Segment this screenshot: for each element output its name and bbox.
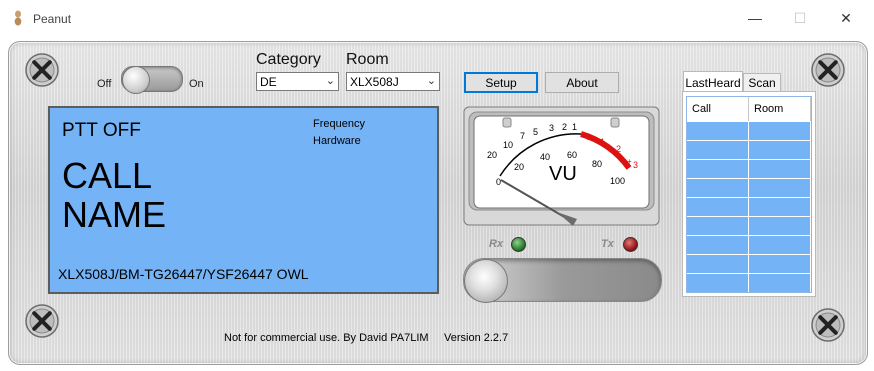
table-row[interactable] <box>687 159 811 178</box>
volume-slider[interactable] <box>463 258 662 303</box>
peanut-app-icon <box>14 10 22 26</box>
vu-scale-label: 20 <box>514 162 524 172</box>
table-row[interactable] <box>687 121 811 140</box>
volume-slider-knob[interactable] <box>464 259 508 303</box>
power-toggle-knob[interactable] <box>122 66 150 94</box>
vu-scale-label: 1 <box>600 137 605 147</box>
vu-scale-label: 7 <box>520 131 525 141</box>
vu-scale-label: 10 <box>503 140 513 150</box>
table-row[interactable] <box>687 273 811 292</box>
vu-meter: 20 10 7 5 3 2 1 0 1 2 3 + 0 20 40 60 80 … <box>463 106 660 226</box>
power-on-label: On <box>189 78 204 90</box>
setup-button[interactable]: Setup <box>464 72 538 93</box>
call-text: CALL <box>62 155 153 196</box>
reflector-text: XLX508J/BM-TG26447/YSF26447 OWL <box>58 266 309 282</box>
vu-scale-label: 100 <box>610 176 625 186</box>
close-button[interactable]: ✕ <box>829 6 863 30</box>
vu-scale-label: 2 <box>616 144 621 154</box>
column-header-call[interactable]: Call <box>687 97 749 121</box>
category-select[interactable]: DE ⌄ <box>256 72 339 91</box>
table-row[interactable] <box>687 140 811 159</box>
tx-label: Tx <box>601 238 614 250</box>
power-toggle[interactable] <box>121 66 183 94</box>
window-title: Peanut <box>33 12 72 26</box>
table-row[interactable] <box>687 178 811 197</box>
screw-icon <box>811 53 845 87</box>
table-row[interactable] <box>687 254 811 273</box>
vu-plus-sign: + <box>627 157 632 166</box>
chevron-down-icon[interactable]: ⌄ <box>326 74 335 87</box>
column-header-room[interactable]: Room <box>749 97 811 121</box>
tab-lastheard[interactable]: LastHeard <box>683 71 743 93</box>
vu-scale-label: 40 <box>540 152 550 162</box>
table-row[interactable] <box>687 197 811 216</box>
version-text: Version 2.2.7 <box>444 332 509 344</box>
table-row[interactable] <box>687 216 811 235</box>
rx-indicator-led <box>511 237 526 252</box>
ptt-status: PTT OFF <box>62 120 141 141</box>
room-value: XLX508J <box>350 74 399 89</box>
credit-text: Not for commercial use. By David PA7LIM <box>224 332 429 344</box>
rx-label: Rx <box>489 238 504 250</box>
room-label: Room <box>346 51 389 68</box>
category-label: Category <box>256 51 321 68</box>
screw-icon <box>25 304 59 338</box>
about-button[interactable]: About <box>545 72 619 93</box>
table-header: Call Room <box>687 97 811 121</box>
screw-icon <box>25 53 59 87</box>
vu-label: VU <box>549 163 577 185</box>
table-row[interactable] <box>687 235 811 254</box>
chevron-down-icon[interactable]: ⌄ <box>427 74 436 87</box>
tx-indicator-led <box>623 237 638 252</box>
vu-scale-label: 5 <box>533 127 538 137</box>
screw-icon <box>811 308 845 342</box>
vu-scale-label: 60 <box>567 150 577 160</box>
vu-scale-label: 20 <box>487 150 497 160</box>
lastheard-tab-page: Call Room <box>682 91 816 297</box>
frequency-label: Frequency <box>313 118 365 130</box>
vu-scale-label: 80 <box>592 159 602 169</box>
name-text: NAME <box>62 194 167 235</box>
vu-scale-label: 0 <box>586 132 591 142</box>
lastheard-table[interactable]: Call Room <box>686 96 812 293</box>
vu-scale-label: 2 <box>562 122 567 132</box>
tab-scan[interactable]: Scan <box>743 73 781 93</box>
vu-scale-label: 0 <box>496 177 501 187</box>
category-value: DE <box>260 74 277 89</box>
vu-scale-label: 1 <box>572 122 577 132</box>
room-select[interactable]: XLX508J ⌄ <box>346 72 440 91</box>
title-bar: Peanut — ☐ ✕ <box>0 0 874 36</box>
vu-scale-label: 3 <box>633 160 638 170</box>
hardware-label: Hardware <box>313 135 361 147</box>
minimize-button[interactable]: — <box>738 6 772 30</box>
power-off-label: Off <box>97 78 112 90</box>
vu-scale-label: 3 <box>549 123 554 133</box>
maximize-button[interactable]: ☐ <box>783 6 817 30</box>
status-display: PTT OFF Frequency Hardware CALL NAME XLX… <box>48 106 439 294</box>
